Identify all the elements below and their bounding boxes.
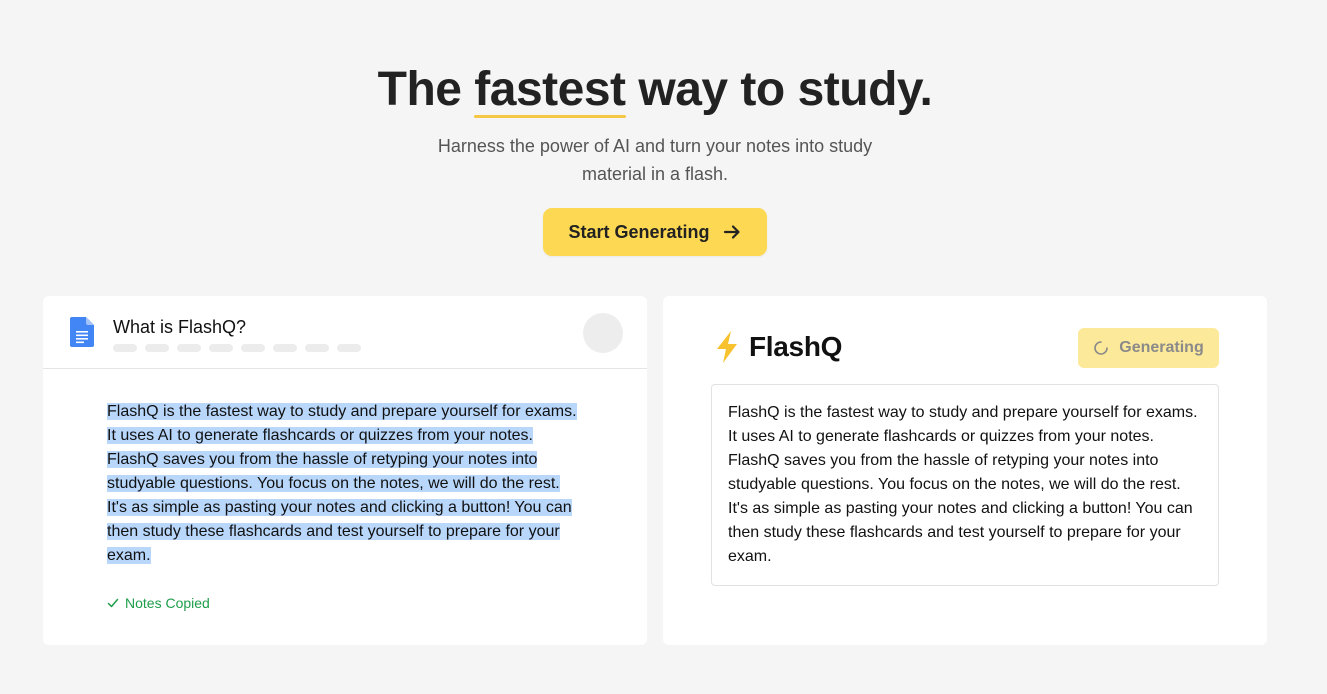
document-title: What is FlashQ?: [113, 317, 247, 337]
toolbar-placeholder: [241, 344, 265, 352]
toolbar-placeholder: [145, 344, 169, 352]
notes-copied-status: Notes Copied: [107, 595, 210, 611]
toolbar-placeholder: [305, 344, 329, 352]
title-prefix: The: [377, 63, 475, 116]
page-title: The fastest way to study.: [0, 62, 1310, 118]
brand-name: FlashQ: [749, 331, 843, 362]
generating-label: Generating: [1119, 339, 1204, 356]
toolbar-placeholder: [209, 344, 233, 352]
document-header: What is FlashQ?: [43, 296, 647, 369]
toolbar-placeholder: [113, 344, 137, 352]
title-suffix: way to study.: [625, 63, 933, 116]
brand: FlashQ: [715, 331, 842, 363]
avatar[interactable]: [583, 313, 623, 353]
hero: The fastest way to study. Harness the po…: [0, 62, 1310, 256]
toolbar-placeholder: [273, 344, 297, 352]
toolbar-placeholder: [337, 344, 361, 352]
notes-input-box[interactable]: FlashQ is the fastest way to study and p…: [711, 384, 1219, 586]
check-icon: [107, 598, 119, 608]
lightning-icon: [717, 331, 737, 363]
document-notes-text[interactable]: FlashQ is the fastest way to study and p…: [107, 400, 583, 568]
notes-document-card: What is FlashQ? FlashQ is the fastest wa…: [43, 296, 647, 645]
document-toolbar-placeholder: [113, 344, 361, 352]
notes-copied-label: Notes Copied: [125, 595, 210, 611]
hero-subtitle: Harness the power of AI and turn your no…: [437, 136, 873, 184]
spinner-icon: [1094, 341, 1109, 355]
start-generating-button[interactable]: Start Generating: [543, 208, 767, 256]
flashq-app-card: FlashQ Generating FlashQ is the fastest …: [663, 296, 1267, 645]
title-highlight: fastest: [474, 63, 626, 118]
start-generating-label: Start Generating: [568, 221, 710, 242]
generating-button[interactable]: Generating: [1078, 328, 1219, 368]
arrow-right-icon: [723, 225, 740, 239]
toolbar-placeholder: [177, 344, 201, 352]
selected-notes-text: FlashQ is the fastest way to study and p…: [107, 403, 577, 564]
google-doc-icon: [70, 317, 94, 347]
